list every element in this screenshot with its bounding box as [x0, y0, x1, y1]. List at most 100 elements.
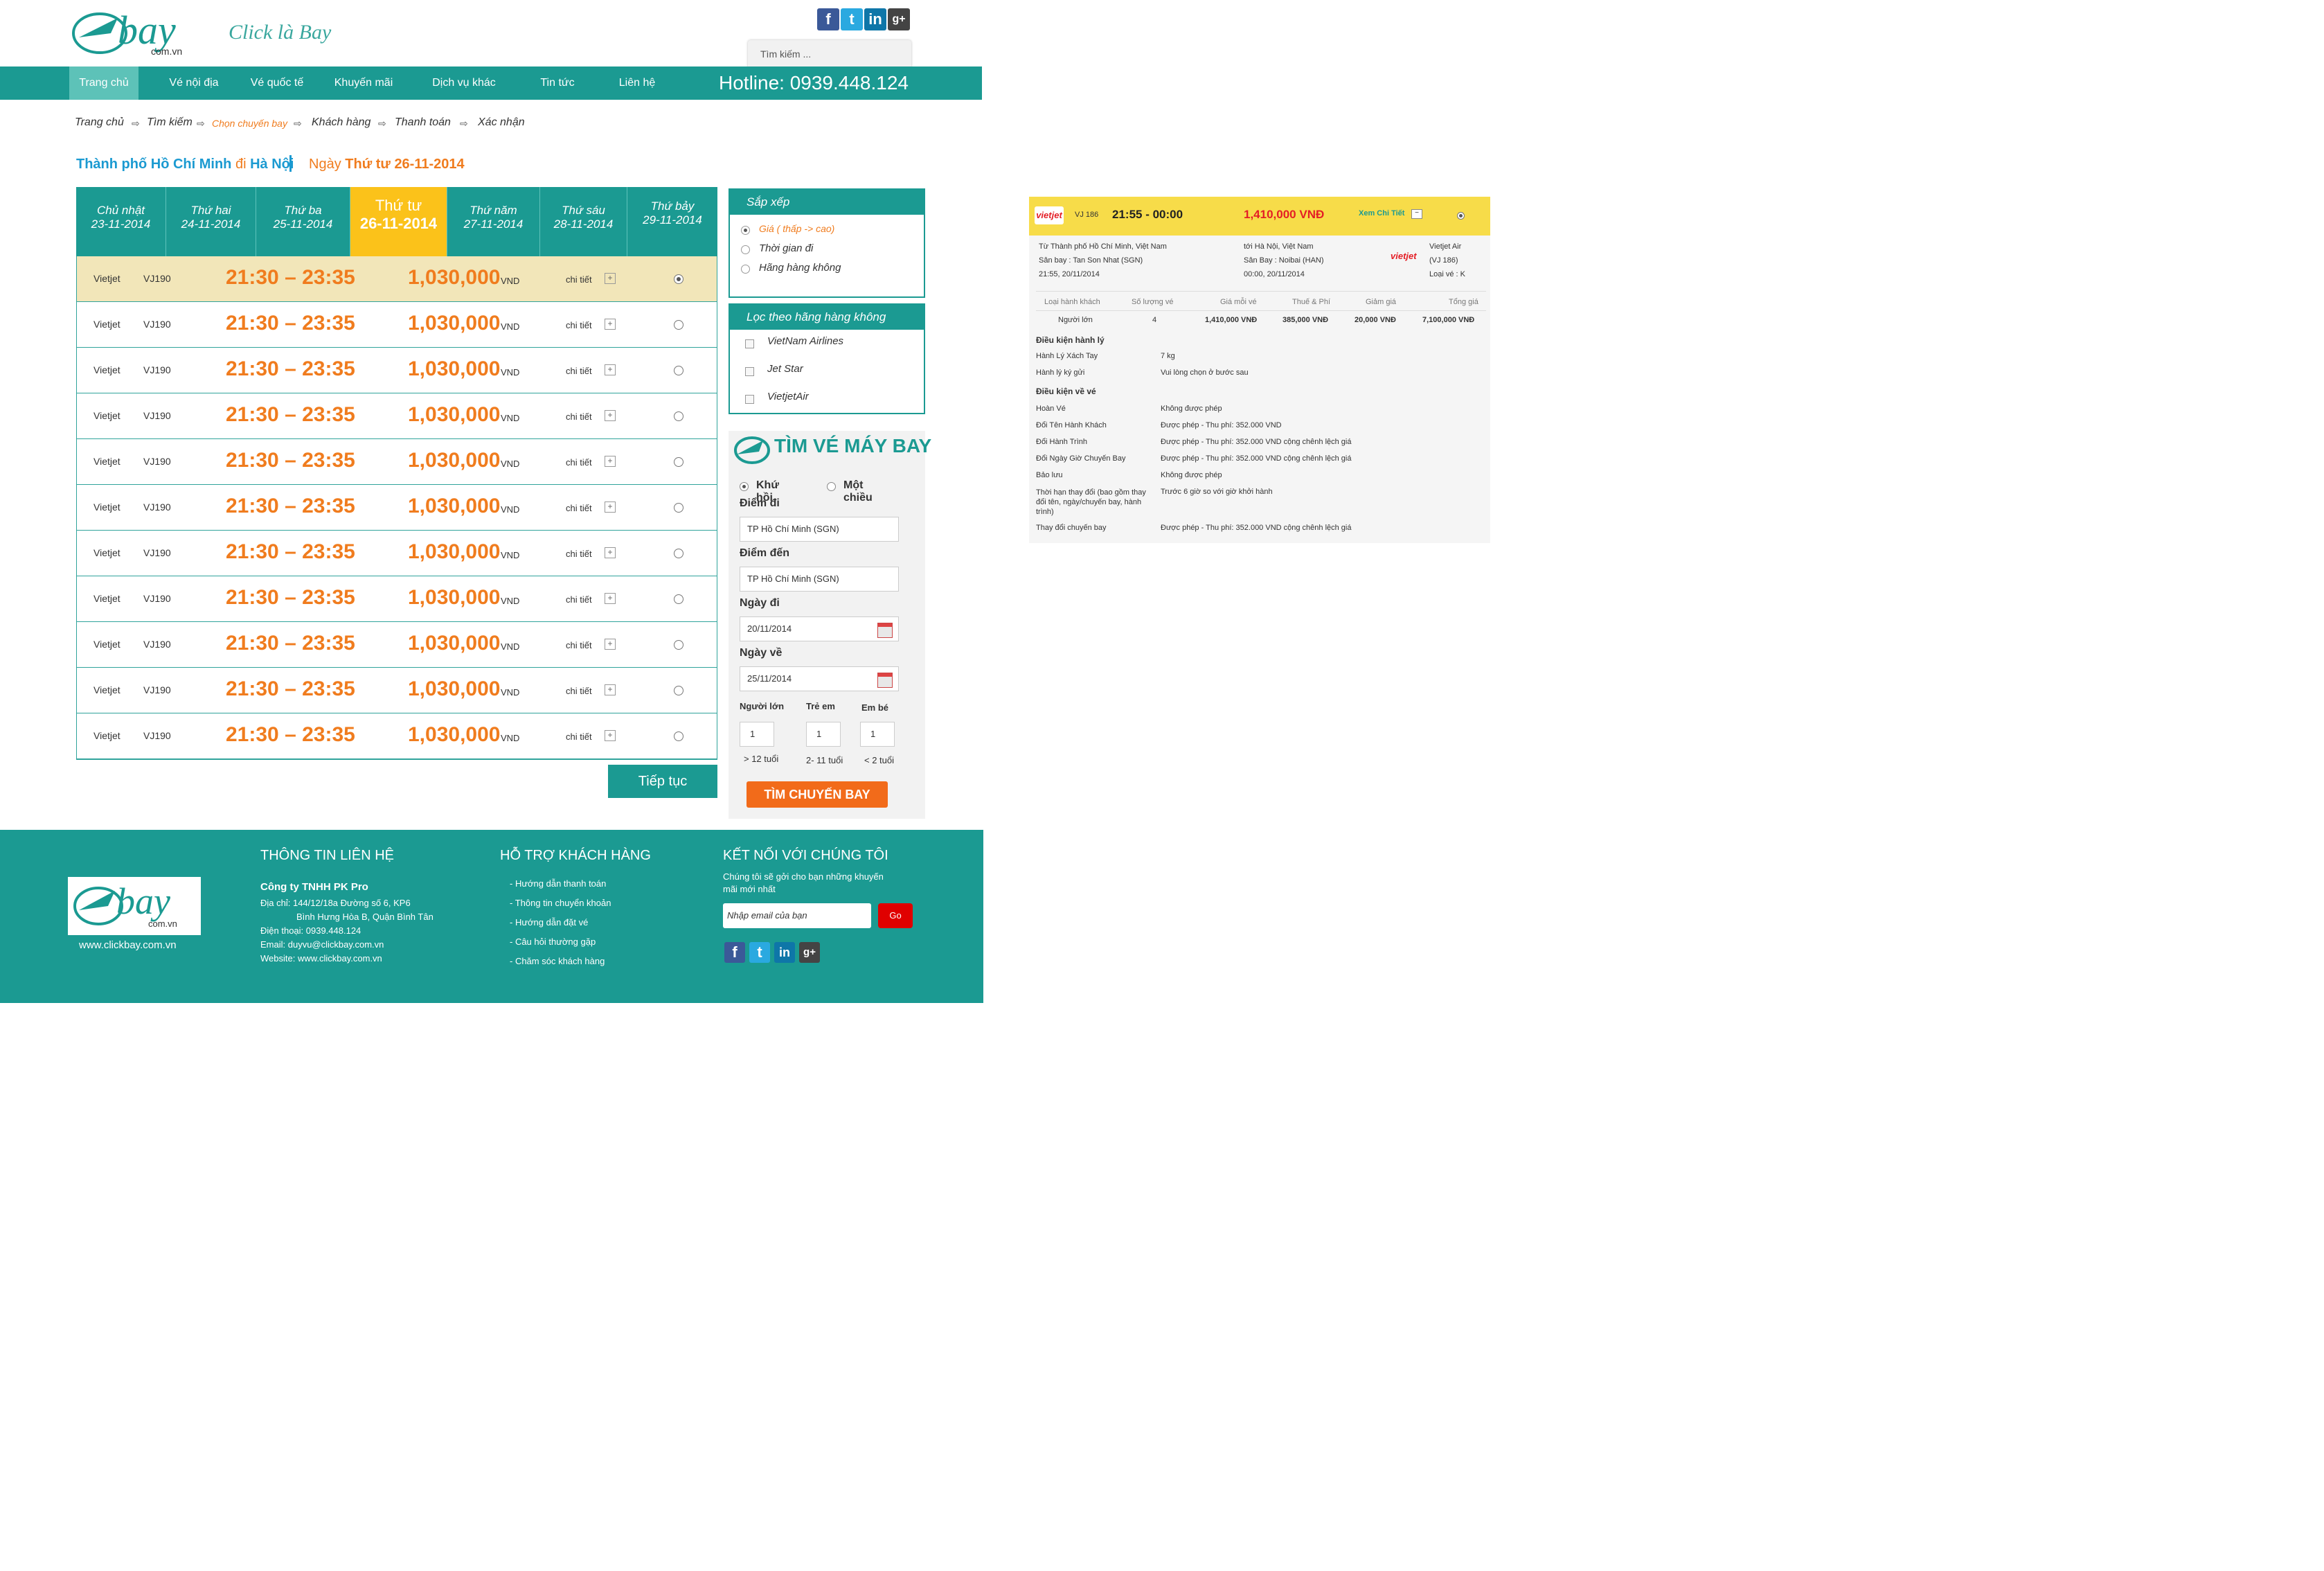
- adult-count-input[interactable]: 1: [740, 722, 774, 747]
- footer-logo[interactable]: bay com.vn: [68, 877, 201, 935]
- flight-select-radio[interactable]: [674, 549, 683, 558]
- flight-detail-link[interactable]: chi tiết: [566, 320, 592, 330]
- return-date-input[interactable]: 25/11/2014: [740, 666, 899, 691]
- infant-count-input[interactable]: 1: [860, 722, 895, 747]
- sort-option[interactable]: Hãng hàng không: [730, 259, 924, 278]
- filter-option[interactable]: Jet Star: [730, 360, 924, 388]
- flight-row[interactable]: Vietjet VJ190 21:30 – 23:35 1,030,000 VN…: [77, 485, 717, 531]
- linkedin-icon[interactable]: in: [864, 8, 886, 30]
- date-tab[interactable]: Thứ bảy 29-11-2014: [627, 187, 717, 256]
- flight-select-radio[interactable]: [674, 274, 683, 284]
- date-tab[interactable]: Thứ hai 24-11-2014: [166, 187, 256, 256]
- filter-checkbox[interactable]: [745, 367, 754, 376]
- sort-option[interactable]: Thời gian đi: [730, 240, 924, 259]
- sort-option[interactable]: Giá ( thấp -> cao): [730, 220, 924, 240]
- expand-icon[interactable]: +: [605, 639, 616, 650]
- collapse-icon[interactable]: −: [1411, 209, 1422, 219]
- flight-select-radio[interactable]: [674, 640, 683, 650]
- facebook-icon[interactable]: f: [724, 942, 745, 963]
- flight-detail-header[interactable]: vietjet VJ 186 21:55 - 00:00 1,410,000 V…: [1029, 197, 1490, 236]
- to-input[interactable]: TP Hồ Chí Minh (SGN): [740, 567, 899, 592]
- flight-detail-link[interactable]: chi tiết: [566, 731, 592, 742]
- filter-option[interactable]: VietNam Airlines: [730, 332, 924, 360]
- flight-detail-link[interactable]: chi tiết: [566, 549, 592, 559]
- date-tab[interactable]: Thứ sáu 28-11-2014: [540, 187, 627, 256]
- flight-select-radio[interactable]: [674, 503, 683, 513]
- breadcrumb-home[interactable]: Trang chủ: [75, 116, 124, 129]
- flight-detail-link[interactable]: chi tiết: [566, 594, 592, 605]
- nav-item-promotions[interactable]: Khuyến mãi: [319, 66, 409, 100]
- expand-icon[interactable]: +: [605, 502, 616, 513]
- support-link[interactable]: - Câu hỏi thường gặp: [510, 937, 596, 947]
- child-count-input[interactable]: 1: [806, 722, 841, 747]
- expand-icon[interactable]: +: [605, 547, 616, 558]
- date-tab[interactable]: Thứ năm 27-11-2014: [447, 187, 540, 256]
- support-link[interactable]: - Chăm sóc khách hàng: [510, 956, 605, 966]
- twitter-icon[interactable]: t: [749, 942, 770, 963]
- expand-icon[interactable]: +: [605, 684, 616, 695]
- nav-item-contact[interactable]: Liên hệ: [602, 66, 672, 100]
- sort-radio[interactable]: [741, 226, 750, 235]
- filter-checkbox[interactable]: [745, 339, 754, 348]
- date-tab[interactable]: Thứ ba 25-11-2014: [256, 187, 350, 256]
- expand-icon[interactable]: +: [605, 730, 616, 741]
- expand-icon[interactable]: +: [605, 593, 616, 604]
- nav-item-domestic[interactable]: Vé nội địa: [152, 66, 235, 100]
- flight-select-radio[interactable]: [674, 594, 683, 604]
- flight-detail-link[interactable]: chi tiết: [566, 274, 592, 285]
- expand-icon[interactable]: +: [605, 364, 616, 375]
- calendar-icon[interactable]: [877, 673, 893, 688]
- filter-option[interactable]: VietjetAir: [730, 388, 924, 416]
- linkedin-icon[interactable]: in: [774, 942, 795, 963]
- nav-item-services[interactable]: Dịch vụ khác: [415, 66, 512, 100]
- support-link[interactable]: - Hướng dẫn thanh toán: [510, 878, 606, 889]
- footer-website[interactable]: www.clickbay.com.vn: [79, 939, 177, 951]
- flight-row[interactable]: Vietjet VJ190 21:30 – 23:35 1,030,000 VN…: [77, 576, 717, 622]
- expand-icon[interactable]: +: [605, 273, 616, 284]
- round-trip-radio[interactable]: [740, 482, 749, 491]
- site-logo[interactable]: bay com.vn: [69, 6, 201, 62]
- date-tab[interactable]: Chủ nhật 23-11-2014: [76, 187, 166, 256]
- expand-icon[interactable]: +: [605, 410, 616, 421]
- nav-item-home[interactable]: Trang chủ: [69, 66, 138, 100]
- flight-select-radio[interactable]: [674, 320, 683, 330]
- flight-detail-link[interactable]: chi tiết: [566, 457, 592, 468]
- google-plus-icon[interactable]: g+: [888, 8, 910, 30]
- flight-row[interactable]: Vietjet VJ190 21:30 – 23:35 1,030,000 VN…: [77, 713, 717, 759]
- flight-row[interactable]: Vietjet VJ190 21:30 – 23:35 1,030,000 VN…: [77, 256, 717, 302]
- flight-select-radio[interactable]: [674, 457, 683, 467]
- nav-item-news[interactable]: Tin tức: [519, 66, 596, 100]
- flight-detail-link[interactable]: chi tiết: [566, 411, 592, 422]
- from-input[interactable]: TP Hồ Chí Minh (SGN): [740, 517, 899, 542]
- flight-select-radio[interactable]: [674, 686, 683, 695]
- calendar-icon[interactable]: [877, 623, 893, 638]
- continue-button[interactable]: Tiếp tục: [608, 765, 717, 798]
- search-input[interactable]: Tìm kiếm ...: [748, 40, 911, 68]
- support-link[interactable]: - Hướng dẫn đặt vé: [510, 917, 588, 927]
- flight-row[interactable]: Vietjet VJ190 21:30 – 23:35 1,030,000 VN…: [77, 439, 717, 485]
- flight-detail-link[interactable]: chi tiết: [566, 366, 592, 376]
- nav-item-international[interactable]: Vé quốc tế: [235, 66, 319, 100]
- flight-row[interactable]: Vietjet VJ190 21:30 – 23:35 1,030,000 VN…: [77, 348, 717, 393]
- sort-radio[interactable]: [741, 265, 750, 274]
- flight-select-radio[interactable]: [674, 411, 683, 421]
- filter-checkbox[interactable]: [745, 395, 754, 404]
- support-link[interactable]: - Thông tin chuyển khoản: [510, 898, 611, 908]
- breadcrumb-search[interactable]: Tìm kiếm: [147, 116, 193, 129]
- flight-row[interactable]: Vietjet VJ190 21:30 – 23:35 1,030,000 VN…: [77, 393, 717, 439]
- date-tab-active[interactable]: Thứ tư 26-11-2014: [350, 187, 447, 256]
- depart-date-input[interactable]: 20/11/2014: [740, 616, 899, 641]
- search-flights-button[interactable]: TÌM CHUYẾN BAY: [747, 781, 888, 808]
- expand-icon[interactable]: +: [605, 456, 616, 467]
- flight-detail-link[interactable]: chi tiết: [566, 686, 592, 696]
- google-plus-icon[interactable]: g+: [799, 942, 820, 963]
- detail-toggle[interactable]: Xem Chi Tiết: [1359, 209, 1404, 218]
- newsletter-email-input[interactable]: Nhập email của bạn: [723, 903, 871, 928]
- expand-icon[interactable]: +: [605, 319, 616, 330]
- flight-detail-link[interactable]: chi tiết: [566, 503, 592, 513]
- facebook-icon[interactable]: f: [817, 8, 839, 30]
- flight-select-radio[interactable]: [674, 731, 683, 741]
- sort-radio[interactable]: [741, 245, 750, 254]
- flight-row[interactable]: Vietjet VJ190 21:30 – 23:35 1,030,000 VN…: [77, 622, 717, 668]
- flight-select-radio[interactable]: [674, 366, 683, 375]
